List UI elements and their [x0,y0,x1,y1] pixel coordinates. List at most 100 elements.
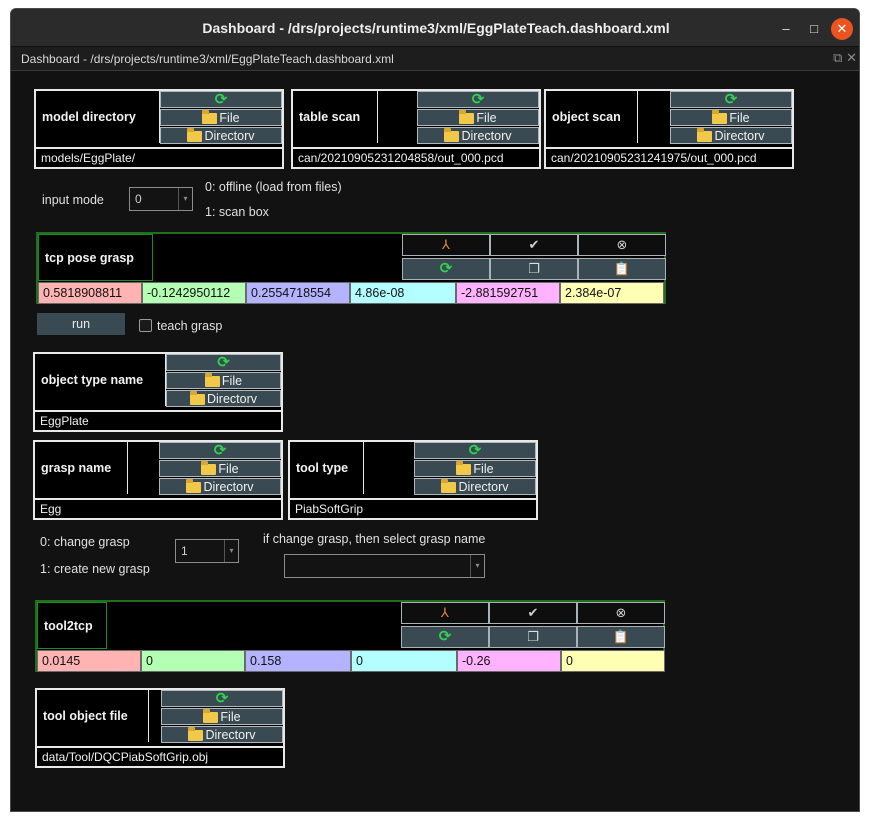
tool-type-directory-button[interactable]: Directorv [414,478,536,495]
object-scan-label: object scan [546,91,638,143]
axes-icon: ⅄ [441,605,449,620]
tool-type-widget: tool type ⟳ File Directorv PiabSoftGrip [288,440,538,520]
object-scan-refresh-button[interactable]: ⟳ [670,91,792,108]
grasp-name-label: grasp name [35,442,128,494]
chevron-down-icon: ▾ [224,540,238,562]
tool-object-file-label: tool object file [37,690,149,742]
model-directory-directory-button[interactable]: Directorv [160,127,282,144]
copy-button[interactable]: ❐ [490,258,578,280]
grasp-name-value[interactable]: Egg [35,498,281,518]
folder-icon [456,461,472,475]
grasp-mode-select[interactable]: 1 ▾ [175,539,239,563]
refresh-icon: ⟳ [438,628,452,645]
dashboard-window: Dashboard - /drs/projects/runtime3/xml/E… [10,8,860,812]
tool-object-file-widget: tool object file ⟳ File Directorv data/T… [35,688,285,768]
folder-icon [441,479,457,493]
object-scan-path[interactable]: can/20210905231241975/out_000.pcd [546,147,792,167]
tool2tcp-rx-field[interactable]: 0 [351,650,457,672]
teach-grasp-checkbox[interactable] [139,319,152,332]
refresh-icon: ⟳ [215,689,229,707]
close-window-icon[interactable]: ✕ [831,18,853,40]
tool2tcp-widget: tool2tcp ⅄ ✔ ⊗ ⟳ ❐ 📋 0.0145 0 0.158 0 -0… [35,600,665,672]
pose-x-field[interactable]: 0.5818908811 [38,282,142,304]
folder-icon [201,461,217,475]
object-type-name-label: object type name [35,354,166,406]
tool2tcp-z-field[interactable]: 0.158 [245,650,351,672]
input-mode-option-0: 0: offline (load from files) [205,180,342,194]
model-directory-file-button[interactable]: File [160,109,282,126]
object-type-refresh-button[interactable]: ⟳ [166,354,281,371]
folder-icon [203,709,219,723]
table-scan-directory-button[interactable]: Directorv [417,127,539,144]
accept-button[interactable]: ✔ [490,234,578,256]
folder-icon [187,128,203,142]
tool-object-directory-button[interactable]: Directorv [161,726,283,743]
copy-button[interactable]: ❐ [489,626,577,648]
tool-type-value[interactable]: PiabSoftGrip [290,498,536,518]
object-type-name-value[interactable]: EggPlate [35,410,281,430]
grasp-name-file-button[interactable]: File [159,460,281,477]
pose-rz-field[interactable]: 2.384e-07 [560,282,664,304]
table-scan-label: table scan [293,91,378,143]
grasp-name-directory-button[interactable]: Directorv [159,478,281,495]
table-scan-file-button[interactable]: File [417,109,539,126]
object-type-directory-button[interactable]: Directorv [166,390,281,407]
grasp-name-widget: grasp name ⟳ File Directorv Egg [33,440,283,520]
pose-y-field[interactable]: -0.1242950112 [142,282,246,304]
model-directory-path[interactable]: models/EggPlate/ [36,147,282,167]
folder-icon [189,391,205,405]
pose-z-field[interactable]: 0.2554718554 [246,282,350,304]
folder-icon [204,373,220,387]
chevron-down-icon: ▾ [178,188,192,210]
tool2tcp-y-field[interactable]: 0 [141,650,245,672]
pose-rx-field[interactable]: 4.86e-08 [350,282,456,304]
dock-close-icon[interactable]: ✕ [846,50,857,65]
grasp-name-select[interactable]: ▾ [284,554,485,578]
dock-header: Dashboard - /drs/projects/runtime3/xml/E… [11,47,859,71]
folder-icon [444,128,460,142]
grasp-select-hint: if change grasp, then select grasp name [263,532,486,546]
check-circle-icon: ✔ [527,605,539,620]
input-mode-label: input mode [42,193,104,207]
paste-icon: 📋 [613,261,631,276]
folder-icon [188,727,204,741]
frame-axes-button[interactable]: ⅄ [402,234,490,256]
folder-icon [186,479,202,493]
pose-refresh-button[interactable]: ⟳ [402,258,490,280]
accept-button[interactable]: ✔ [489,602,577,624]
tool-type-file-button[interactable]: File [414,460,536,477]
tool-object-file-button[interactable]: File [161,708,283,725]
folder-icon [459,110,475,124]
table-scan-refresh-button[interactable]: ⟳ [417,91,539,108]
object-scan-file-button[interactable]: File [670,109,792,126]
tool-type-refresh-button[interactable]: ⟳ [414,442,536,459]
paste-button[interactable]: 📋 [577,626,665,648]
pose-ry-field[interactable]: -2.881592751 [456,282,560,304]
object-type-file-button[interactable]: File [166,372,281,389]
cancel-button[interactable]: ⊗ [577,602,665,624]
maximize-icon[interactable]: □ [803,18,825,40]
tool2tcp-x-field[interactable]: 0.0145 [37,650,141,672]
grasp-name-refresh-button[interactable]: ⟳ [159,442,281,459]
copy-icon: ❐ [527,629,539,644]
run-button[interactable]: run [37,313,125,335]
x-circle-icon: ⊗ [615,605,627,620]
window-title: Dashboard - /drs/projects/runtime3/xml/E… [202,20,670,36]
minimize-icon[interactable]: – [775,18,797,40]
pose-refresh-button[interactable]: ⟳ [401,626,489,648]
table-scan-path[interactable]: can/20210905231204858/out_000.pcd [293,147,539,167]
paste-button[interactable]: 📋 [578,258,666,280]
tool2tcp-rz-field[interactable]: 0 [561,650,665,672]
tool-object-refresh-button[interactable]: ⟳ [161,690,283,707]
dock-title: Dashboard - /drs/projects/runtime3/xml/E… [21,52,394,66]
window-titlebar[interactable]: Dashboard - /drs/projects/runtime3/xml/E… [11,9,859,47]
object-scan-directory-button[interactable]: Directorv [670,127,792,144]
frame-axes-button[interactable]: ⅄ [401,602,489,624]
input-mode-select[interactable]: 0 ▾ [129,187,193,211]
model-directory-refresh-button[interactable]: ⟳ [160,91,282,108]
tool-object-file-path[interactable]: data/Tool/DQCPiabSoftGrip.obj [37,746,283,766]
table-scan-widget: table scan ⟳ File Directorv can/20210905… [291,89,541,169]
cancel-button[interactable]: ⊗ [578,234,666,256]
tool2tcp-ry-field[interactable]: -0.26 [457,650,561,672]
undock-icon[interactable]: ⧉ [833,50,842,65]
